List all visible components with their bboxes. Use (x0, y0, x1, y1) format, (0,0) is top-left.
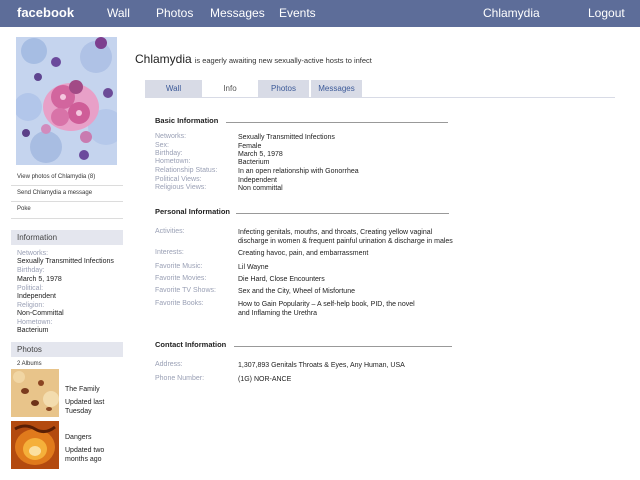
divider (11, 218, 123, 219)
favorite-tv-shows-value[interactable]: Sex and the City, Wheel of Misfortune (238, 287, 355, 296)
contact-information-title: Contact Information (155, 340, 227, 349)
activities-value[interactable]: Infecting genitals, mouths, and throats,… (238, 228, 432, 237)
nav-photos[interactable]: Photos (156, 6, 193, 20)
album-thumbnail-dangers[interactable] (11, 421, 59, 469)
tab-photos[interactable]: Photos (258, 80, 309, 97)
address-value: 1,307,893 Genitals Throats & Eyes, Any H… (238, 362, 405, 369)
facebook-logo[interactable]: facebook (17, 5, 74, 20)
nav-wall[interactable]: Wall (107, 6, 130, 20)
sidebar-hometown-value: Bacterium (17, 327, 49, 334)
nav-events[interactable]: Events (279, 6, 316, 20)
album-name-dangers[interactable]: Dangers (65, 434, 91, 441)
birthday-label: Birthday: (155, 150, 183, 157)
hometown-value[interactable]: Bacterium (238, 158, 270, 167)
favorite-books-label: Favorite Books: (155, 300, 204, 307)
sidebar-political-label: Political: (17, 285, 44, 292)
interests-label: Interests: (155, 249, 184, 256)
information-header: Information (11, 230, 123, 245)
section-rule (236, 213, 449, 214)
favorite-music-value[interactable]: Lil Wayne (238, 263, 268, 272)
relationship-status-label: Relationship Status: (155, 167, 218, 174)
basic-information-title: Basic Information (155, 116, 219, 125)
profile-name: Chlamydia (135, 52, 192, 66)
networks-value[interactable]: Sexually Transmitted Infections (238, 133, 335, 142)
divider (11, 201, 123, 202)
sidebar-networks-value[interactable]: Sexually Transmitted Infections (17, 258, 114, 265)
phone-number-value: (1G) NOR-ANCE (238, 376, 292, 383)
tab-strip-underline (145, 97, 615, 98)
album-thumbnail-the-family[interactable] (11, 369, 59, 417)
section-rule (226, 122, 448, 123)
sidebar-birthday-label: Birthday: (17, 267, 45, 274)
nav-messages[interactable]: Messages (210, 6, 265, 20)
status-text: is eagerly awaiting new sexually-active … (194, 56, 372, 65)
sidebar-hometown-label: Hometown: (17, 319, 53, 326)
poke-link[interactable]: Poke (17, 206, 31, 212)
tab-messages[interactable]: Messages (311, 80, 362, 97)
activities-label: Activities: (155, 228, 185, 235)
top-navigation-bar: facebook Wall Photos Messages Events Chl… (0, 0, 640, 27)
album-updated-the-family: Updated last Tuesday (65, 399, 105, 415)
phone-number-label: Phone Number: (155, 375, 205, 382)
tab-wall[interactable]: Wall (145, 80, 202, 97)
personal-information-title: Personal Information (155, 207, 231, 216)
sex-label: Sex: (155, 142, 170, 149)
albums-count: 2 Albums (17, 361, 42, 367)
sidebar-religion-label: Religion: (17, 302, 45, 309)
sidebar-political-value: Independent (17, 293, 56, 300)
nav-profile-user[interactable]: Chlamydia (483, 6, 540, 20)
section-rule (234, 346, 452, 347)
album-updated-dangers: Updated two months ago (65, 447, 105, 463)
address-label: Address: (155, 361, 183, 368)
networks-label: Networks: (155, 133, 187, 140)
religious-views-value: Non committal (238, 185, 283, 192)
favorite-music-label: Favorite Music: (155, 263, 203, 270)
profile-status-line: Chlamydia is eagerly awaiting new sexuall… (135, 50, 372, 68)
sidebar-birthday-value: March 5, 1978 (17, 276, 62, 283)
favorite-movies-label: Favorite Movies: (155, 275, 207, 282)
religious-views-label: Religious Views: (155, 184, 207, 191)
activities-value-continued[interactable]: discharge in women & frequent painful ur… (238, 237, 453, 246)
tab-info[interactable]: Info (204, 80, 256, 97)
interests-value[interactable]: Creating havoc, pain, and embarrassment (238, 249, 368, 258)
political-views-label: Political Views: (155, 176, 202, 183)
logout-link[interactable]: Logout (588, 6, 625, 20)
favorite-books-value-continued[interactable]: and Inflaming the Urethra (238, 309, 317, 318)
divider (11, 185, 123, 186)
album-name-the-family[interactable]: The Family (65, 386, 100, 393)
favorite-books-value[interactable]: How to Gain Popularity – A self-help boo… (238, 300, 415, 309)
profile-picture[interactable] (16, 37, 117, 165)
sidebar-networks-label: Networks: (17, 250, 49, 257)
hometown-label: Hometown: (155, 158, 191, 165)
favorite-tv-shows-label: Favorite TV Shows: (155, 287, 216, 294)
sidebar-religion-value: Non-Committal (17, 310, 64, 317)
photos-header: Photos (11, 342, 123, 357)
relationship-status-value[interactable]: In an open relationship with Gonorrhea (238, 167, 359, 176)
send-message-link[interactable]: Send Chlamydia a message (17, 190, 92, 196)
favorite-movies-value[interactable]: Die Hard, Close Encounters (238, 275, 325, 284)
view-photos-link[interactable]: View photos of Chlamydia (8) (17, 174, 95, 180)
